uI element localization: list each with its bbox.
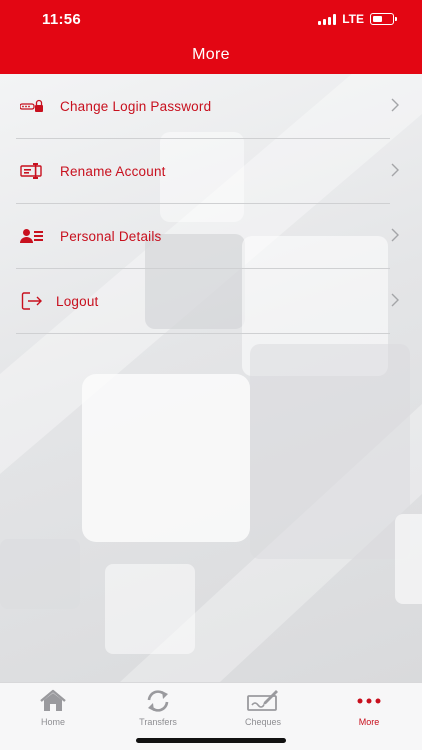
password-icon xyxy=(20,96,44,116)
chevron-right-icon xyxy=(391,98,399,112)
logout-icon xyxy=(20,291,44,311)
chevron-right-icon xyxy=(391,293,399,307)
status-bar: 11:56 LTE xyxy=(0,0,422,40)
tab-label: Transfers xyxy=(139,717,177,727)
tab-transfers[interactable]: Transfers xyxy=(123,687,193,727)
cheque-icon xyxy=(228,687,298,715)
tab-more[interactable]: More xyxy=(334,687,404,727)
header: 11:56 LTE More xyxy=(0,0,422,74)
tab-cheques[interactable]: Cheques xyxy=(228,687,298,727)
status-indicators: LTE xyxy=(318,12,397,26)
battery-icon xyxy=(370,13,397,25)
signal-icon xyxy=(318,13,337,25)
status-time: 11:56 xyxy=(42,11,82,28)
tab-label: More xyxy=(358,717,380,727)
menu-item-personal-details[interactable]: Personal Details xyxy=(16,204,399,269)
home-icon xyxy=(18,687,88,715)
tab-label: Cheques xyxy=(244,717,282,727)
tab-label: Home xyxy=(40,717,65,727)
tab-home[interactable]: Home xyxy=(18,687,88,727)
rename-icon xyxy=(20,161,44,181)
more-menu: Change Login Password Rename Account Per… xyxy=(16,74,399,334)
menu-item-logout[interactable]: Logout xyxy=(16,269,399,334)
chevron-right-icon xyxy=(391,228,399,242)
personal-details-icon xyxy=(20,226,44,246)
transfers-icon xyxy=(123,687,193,715)
menu-item-rename-account[interactable]: Rename Account xyxy=(16,139,399,204)
network-label: LTE xyxy=(342,12,364,26)
menu-item-label: Rename Account xyxy=(60,163,166,179)
menu-item-label: Personal Details xyxy=(60,228,162,244)
menu-item-label: Logout xyxy=(56,293,99,309)
menu-item-label: Change Login Password xyxy=(60,98,212,114)
page-title: More xyxy=(192,46,230,63)
more-dots-icon xyxy=(334,687,404,715)
menu-item-change-login-password[interactable]: Change Login Password xyxy=(16,74,399,139)
home-indicator[interactable] xyxy=(136,738,286,743)
chevron-right-icon xyxy=(391,163,399,177)
